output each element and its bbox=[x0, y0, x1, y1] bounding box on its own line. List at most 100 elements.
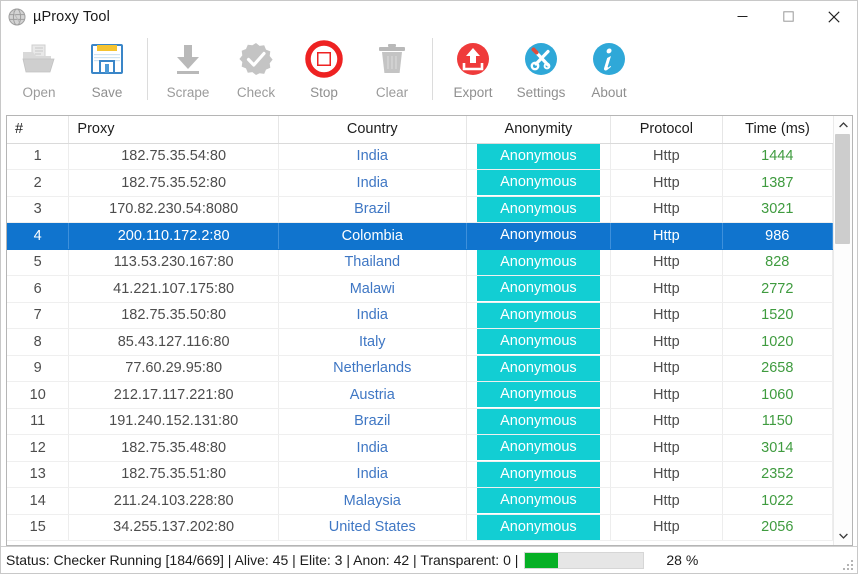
scrollbar-track[interactable] bbox=[834, 134, 852, 527]
minimize-button[interactable] bbox=[719, 1, 765, 32]
table-row[interactable]: 3170.82.230.54:8080BrazilAnonymousHttp30… bbox=[7, 196, 833, 223]
cell-proxy[interactable]: 170.82.230.54:8080 bbox=[69, 196, 278, 223]
column-header-time[interactable]: Time (ms) bbox=[722, 116, 832, 143]
cell-country[interactable]: Netherlands bbox=[278, 355, 466, 382]
cell-anonymity[interactable]: Anonymous bbox=[466, 302, 610, 329]
cell-index[interactable]: 9 bbox=[7, 355, 69, 382]
cell-proxy[interactable]: 182.75.35.48:80 bbox=[69, 435, 278, 462]
cell-time[interactable]: 1020 bbox=[722, 329, 832, 356]
column-header-country[interactable]: Country bbox=[278, 116, 466, 143]
table-row[interactable]: 4200.110.172.2:80ColombiaAnonymousHttp98… bbox=[7, 223, 833, 250]
cell-anonymity[interactable]: Anonymous bbox=[466, 488, 610, 515]
table-row[interactable]: 5113.53.230.167:80ThailandAnonymousHttp8… bbox=[7, 249, 833, 276]
cell-anonymity[interactable]: Anonymous bbox=[466, 249, 610, 276]
cell-country[interactable]: India bbox=[278, 170, 466, 197]
cell-anonymity[interactable]: Anonymous bbox=[466, 355, 610, 382]
cell-protocol[interactable]: Http bbox=[611, 382, 722, 409]
table-row[interactable]: 11191.240.152.131:80BrazilAnonymousHttp1… bbox=[7, 408, 833, 435]
cell-proxy[interactable]: 77.60.29.95:80 bbox=[69, 355, 278, 382]
cell-protocol[interactable]: Http bbox=[611, 196, 722, 223]
cell-protocol[interactable]: Http bbox=[611, 355, 722, 382]
clear-button[interactable]: Clear bbox=[358, 32, 426, 111]
stop-button[interactable]: Stop bbox=[290, 32, 358, 111]
cell-proxy[interactable]: 212.17.117.221:80 bbox=[69, 382, 278, 409]
cell-protocol[interactable]: Http bbox=[611, 461, 722, 488]
cell-country[interactable]: Brazil bbox=[278, 408, 466, 435]
cell-time[interactable]: 1387 bbox=[722, 170, 832, 197]
cell-index[interactable]: 12 bbox=[7, 435, 69, 462]
cell-time[interactable]: 2352 bbox=[722, 461, 832, 488]
table-row[interactable]: 10212.17.117.221:80AustriaAnonymousHttp1… bbox=[7, 382, 833, 409]
cell-anonymity[interactable]: Anonymous bbox=[466, 435, 610, 462]
cell-country[interactable]: Colombia bbox=[278, 223, 466, 250]
cell-proxy[interactable]: 85.43.127.116:80 bbox=[69, 329, 278, 356]
cell-time[interactable]: 2772 bbox=[722, 276, 832, 303]
cell-time[interactable]: 2056 bbox=[722, 514, 832, 541]
cell-index[interactable]: 1 bbox=[7, 143, 69, 170]
cell-anonymity[interactable]: Anonymous bbox=[466, 382, 610, 409]
table-row[interactable]: 7182.75.35.50:80IndiaAnonymousHttp1520 bbox=[7, 302, 833, 329]
cell-time[interactable]: 986 bbox=[722, 223, 832, 250]
cell-protocol[interactable]: Http bbox=[611, 408, 722, 435]
cell-proxy[interactable]: 34.255.137.202:80 bbox=[69, 514, 278, 541]
cell-proxy[interactable]: 182.75.35.51:80 bbox=[69, 461, 278, 488]
cell-index[interactable]: 6 bbox=[7, 276, 69, 303]
resize-grip-icon[interactable] bbox=[842, 558, 854, 570]
open-button[interactable]: Open bbox=[5, 32, 73, 111]
cell-protocol[interactable]: Http bbox=[611, 170, 722, 197]
cell-country[interactable]: India bbox=[278, 143, 466, 170]
cell-time[interactable]: 2658 bbox=[722, 355, 832, 382]
column-header-proxy[interactable]: Proxy bbox=[69, 116, 278, 143]
cell-protocol[interactable]: Http bbox=[611, 329, 722, 356]
cell-proxy[interactable]: 41.221.107.175:80 bbox=[69, 276, 278, 303]
cell-time[interactable]: 1060 bbox=[722, 382, 832, 409]
cell-country[interactable]: Austria bbox=[278, 382, 466, 409]
table-row[interactable]: 641.221.107.175:80MalawiAnonymousHttp277… bbox=[7, 276, 833, 303]
cell-protocol[interactable]: Http bbox=[611, 276, 722, 303]
cell-proxy[interactable]: 211.24.103.228:80 bbox=[69, 488, 278, 515]
cell-time[interactable]: 1150 bbox=[722, 408, 832, 435]
export-button[interactable]: Export bbox=[439, 32, 507, 111]
cell-index[interactable]: 7 bbox=[7, 302, 69, 329]
cell-proxy[interactable]: 182.75.35.54:80 bbox=[69, 143, 278, 170]
cell-protocol[interactable]: Http bbox=[611, 514, 722, 541]
chevron-down-icon[interactable] bbox=[834, 527, 852, 545]
cell-protocol[interactable]: Http bbox=[611, 302, 722, 329]
cell-country[interactable]: India bbox=[278, 302, 466, 329]
cell-protocol[interactable]: Http bbox=[611, 488, 722, 515]
cell-time[interactable]: 3014 bbox=[722, 435, 832, 462]
settings-button[interactable]: Settings bbox=[507, 32, 575, 111]
cell-anonymity[interactable]: Anonymous bbox=[466, 461, 610, 488]
cell-index[interactable]: 2 bbox=[7, 170, 69, 197]
cell-time[interactable]: 1444 bbox=[722, 143, 832, 170]
cell-proxy[interactable]: 191.240.152.131:80 bbox=[69, 408, 278, 435]
vertical-scrollbar[interactable] bbox=[833, 116, 852, 545]
table-row[interactable]: 13182.75.35.51:80IndiaAnonymousHttp2352 bbox=[7, 461, 833, 488]
table-row[interactable]: 2182.75.35.52:80IndiaAnonymousHttp1387 bbox=[7, 170, 833, 197]
chevron-up-icon[interactable] bbox=[834, 116, 852, 134]
cell-protocol[interactable]: Http bbox=[611, 143, 722, 170]
cell-anonymity[interactable]: Anonymous bbox=[466, 170, 610, 197]
about-button[interactable]: About bbox=[575, 32, 643, 111]
close-button[interactable] bbox=[811, 1, 857, 32]
maximize-button[interactable] bbox=[765, 1, 811, 32]
table-row[interactable]: 885.43.127.116:80ItalyAnonymousHttp1020 bbox=[7, 329, 833, 356]
cell-country[interactable]: United States bbox=[278, 514, 466, 541]
cell-index[interactable]: 11 bbox=[7, 408, 69, 435]
cell-index[interactable]: 15 bbox=[7, 514, 69, 541]
column-header-index[interactable]: # bbox=[7, 116, 69, 143]
cell-anonymity[interactable]: Anonymous bbox=[466, 514, 610, 541]
cell-country[interactable]: Brazil bbox=[278, 196, 466, 223]
cell-anonymity[interactable]: Anonymous bbox=[466, 329, 610, 356]
cell-country[interactable]: Italy bbox=[278, 329, 466, 356]
table-row[interactable]: 12182.75.35.48:80IndiaAnonymousHttp3014 bbox=[7, 435, 833, 462]
cell-time[interactable]: 3021 bbox=[722, 196, 832, 223]
cell-index[interactable]: 8 bbox=[7, 329, 69, 356]
cell-proxy[interactable]: 182.75.35.50:80 bbox=[69, 302, 278, 329]
cell-proxy[interactable]: 182.75.35.52:80 bbox=[69, 170, 278, 197]
cell-time[interactable]: 1520 bbox=[722, 302, 832, 329]
save-button[interactable]: Save bbox=[73, 32, 141, 111]
cell-proxy[interactable]: 113.53.230.167:80 bbox=[69, 249, 278, 276]
scrollbar-thumb[interactable] bbox=[835, 134, 850, 244]
cell-country[interactable]: Thailand bbox=[278, 249, 466, 276]
